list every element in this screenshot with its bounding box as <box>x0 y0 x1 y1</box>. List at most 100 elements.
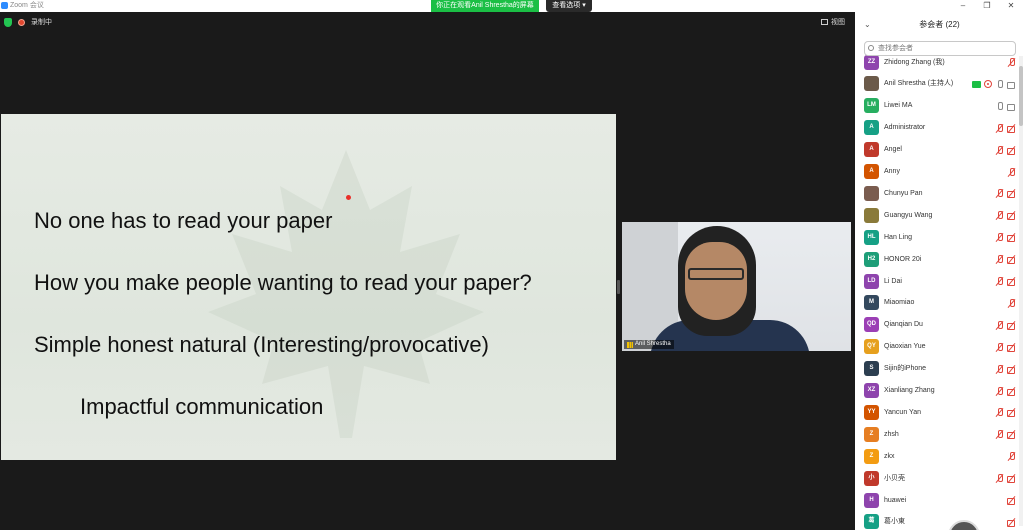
participant-row[interactable]: HL Han Ling <box>855 227 1018 249</box>
mic-muted-icon[interactable] <box>995 145 1004 155</box>
minimize-icon[interactable]: – <box>952 0 974 12</box>
mic-muted-icon[interactable] <box>995 123 1004 133</box>
participant-row[interactable]: Zzhsh <box>855 424 1018 446</box>
recording-icon[interactable] <box>18 18 25 26</box>
participant-row[interactable]: H2 HONOR 20i <box>855 249 1018 271</box>
participant-row[interactable]: 葛葛小東 <box>855 511 1018 530</box>
camera-off-icon[interactable] <box>1007 387 1016 396</box>
participant-name: 葛小東 <box>884 518 905 526</box>
participant-list[interactable]: ZZ Zhidong Zhang (我) Anil Shrestha (主持人) LM… <box>855 52 1018 530</box>
participant-name: Angel <box>884 146 902 154</box>
participant-row[interactable]: QY Qiaoxian Yue <box>855 336 1018 358</box>
camera-off-icon[interactable] <box>1007 496 1016 505</box>
avatar: HL <box>864 229 879 245</box>
camera-off-icon[interactable] <box>1007 211 1016 221</box>
participant-row[interactable]: 小小贝壳 <box>855 468 1018 490</box>
participant-name: Anil Shrestha (主持人) <box>884 80 954 88</box>
participant-name: Guangyu Wang <box>884 211 933 219</box>
participant-name: 小贝壳 <box>884 474 905 482</box>
camera-off-icon[interactable] <box>1007 430 1016 440</box>
participant-status-icons <box>995 320 1016 330</box>
participant-row[interactable]: LM Liwei MA <box>855 95 1018 117</box>
mic-muted-icon[interactable] <box>995 277 1004 286</box>
participant-row[interactable]: YY Yancun Yan <box>855 402 1018 424</box>
participant-row[interactable]: Guangyu Wang <box>855 205 1018 227</box>
participant-search-input[interactable]: 查找参会者 <box>864 41 1016 56</box>
participant-row[interactable]: Hhuawei <box>855 490 1018 512</box>
camera-icon[interactable] <box>1007 80 1016 89</box>
camera-off-icon[interactable] <box>1007 277 1016 286</box>
participant-row[interactable]: Chunyu Pan <box>855 183 1018 205</box>
camera-off-icon[interactable] <box>1007 189 1016 199</box>
participant-name: Chunyu Pan <box>884 189 923 197</box>
mic-icon[interactable] <box>995 101 1004 111</box>
search-placeholder: 查找参会者 <box>878 45 913 52</box>
scrollbar[interactable] <box>1019 56 1023 526</box>
avatar: A <box>864 164 879 179</box>
mic-muted-icon[interactable] <box>1007 452 1016 461</box>
mic-muted-icon[interactable] <box>995 255 1004 264</box>
participant-row[interactable]: A Angel <box>855 139 1018 161</box>
mic-muted-icon[interactable] <box>995 211 1004 220</box>
participant-row[interactable]: A Administrator <box>855 117 1018 139</box>
participant-row[interactable]: Zzkx <box>855 446 1018 468</box>
split-drag-handle[interactable] <box>617 280 620 294</box>
mic-muted-icon[interactable] <box>995 408 1004 417</box>
participant-row[interactable]: M Miaomiao <box>855 292 1018 314</box>
participant-row[interactable]: S Sijin的iPhone <box>855 358 1018 380</box>
scrollbar-thumb[interactable] <box>1019 66 1023 126</box>
camera-off-icon[interactable] <box>1007 124 1016 133</box>
camera-off-icon[interactable] <box>1007 365 1016 374</box>
participant-status-icons <box>995 277 1016 287</box>
camera-off-icon[interactable] <box>1007 233 1016 243</box>
participant-status-icons <box>995 474 1016 484</box>
participant-row[interactable]: LD Li Dai <box>855 271 1018 293</box>
slide-line-1: No one has to read your paper <box>34 208 333 233</box>
speaker-face <box>685 242 747 320</box>
panel-header: ⌄ 参会者 (22) <box>855 12 1024 36</box>
participant-row[interactable]: XZ Xianliang Zhang <box>855 380 1018 402</box>
participant-row[interactable]: Anil Shrestha (主持人) <box>855 73 1018 95</box>
title-bar: Zoom 会议 你正在观看Anil Shrestha的屏幕 查看选项 ▾ – ❐… <box>0 0 1024 12</box>
camera-off-icon[interactable] <box>1007 321 1016 330</box>
mic-muted-icon[interactable] <box>995 364 1004 374</box>
camera-off-icon[interactable] <box>1007 255 1016 265</box>
security-shield-icon[interactable] <box>4 17 12 27</box>
avatar: QY <box>864 339 879 355</box>
mic-muted-icon[interactable] <box>995 430 1004 439</box>
participant-status-icons <box>995 408 1016 418</box>
mic-muted-icon[interactable] <box>995 320 1004 330</box>
mic-muted-icon[interactable] <box>995 342 1004 352</box>
mic-muted-icon[interactable] <box>995 474 1004 483</box>
video-name-label: Anil Shrestha <box>635 341 671 347</box>
participant-status-icons <box>1007 452 1016 462</box>
mic-icon[interactable] <box>995 79 1004 89</box>
camera-off-icon[interactable] <box>1007 518 1016 527</box>
mic-muted-icon[interactable] <box>1007 58 1016 67</box>
mic-muted-icon[interactable] <box>995 233 1004 242</box>
mic-muted-icon[interactable] <box>1007 167 1016 177</box>
avatar: M <box>864 295 879 311</box>
camera-icon[interactable] <box>1007 102 1016 111</box>
view-button-label: 视图 <box>831 19 845 26</box>
camera-off-icon[interactable] <box>1007 408 1016 418</box>
camera-off-icon[interactable] <box>1007 474 1016 484</box>
mic-muted-icon[interactable] <box>995 386 1004 396</box>
participant-status-icons <box>1007 517 1016 527</box>
restore-icon[interactable]: ❐ <box>976 0 998 12</box>
participant-row[interactable]: QD Qianqian Du <box>855 314 1018 336</box>
participant-row[interactable]: A Anny <box>855 161 1018 183</box>
camera-off-icon[interactable] <box>1007 146 1016 155</box>
slide-line-3: Simple honest natural (Interesting/provo… <box>34 332 489 357</box>
view-options-button[interactable]: 查看选项 ▾ <box>546 0 592 12</box>
view-button[interactable]: 视图 <box>821 17 845 27</box>
screen-share-icon[interactable] <box>972 80 981 88</box>
participant-name: HONOR 20i <box>884 255 922 263</box>
mic-muted-icon[interactable] <box>995 189 1004 198</box>
recording-icon[interactable] <box>984 80 992 89</box>
window-title: Zoom 会议 <box>10 2 44 9</box>
close-icon[interactable]: ✕ <box>1000 0 1022 12</box>
camera-off-icon[interactable] <box>1007 343 1016 352</box>
mic-muted-icon[interactable] <box>1007 298 1016 308</box>
speaker-video-tile[interactable]: Anil Shrestha <box>622 222 851 351</box>
